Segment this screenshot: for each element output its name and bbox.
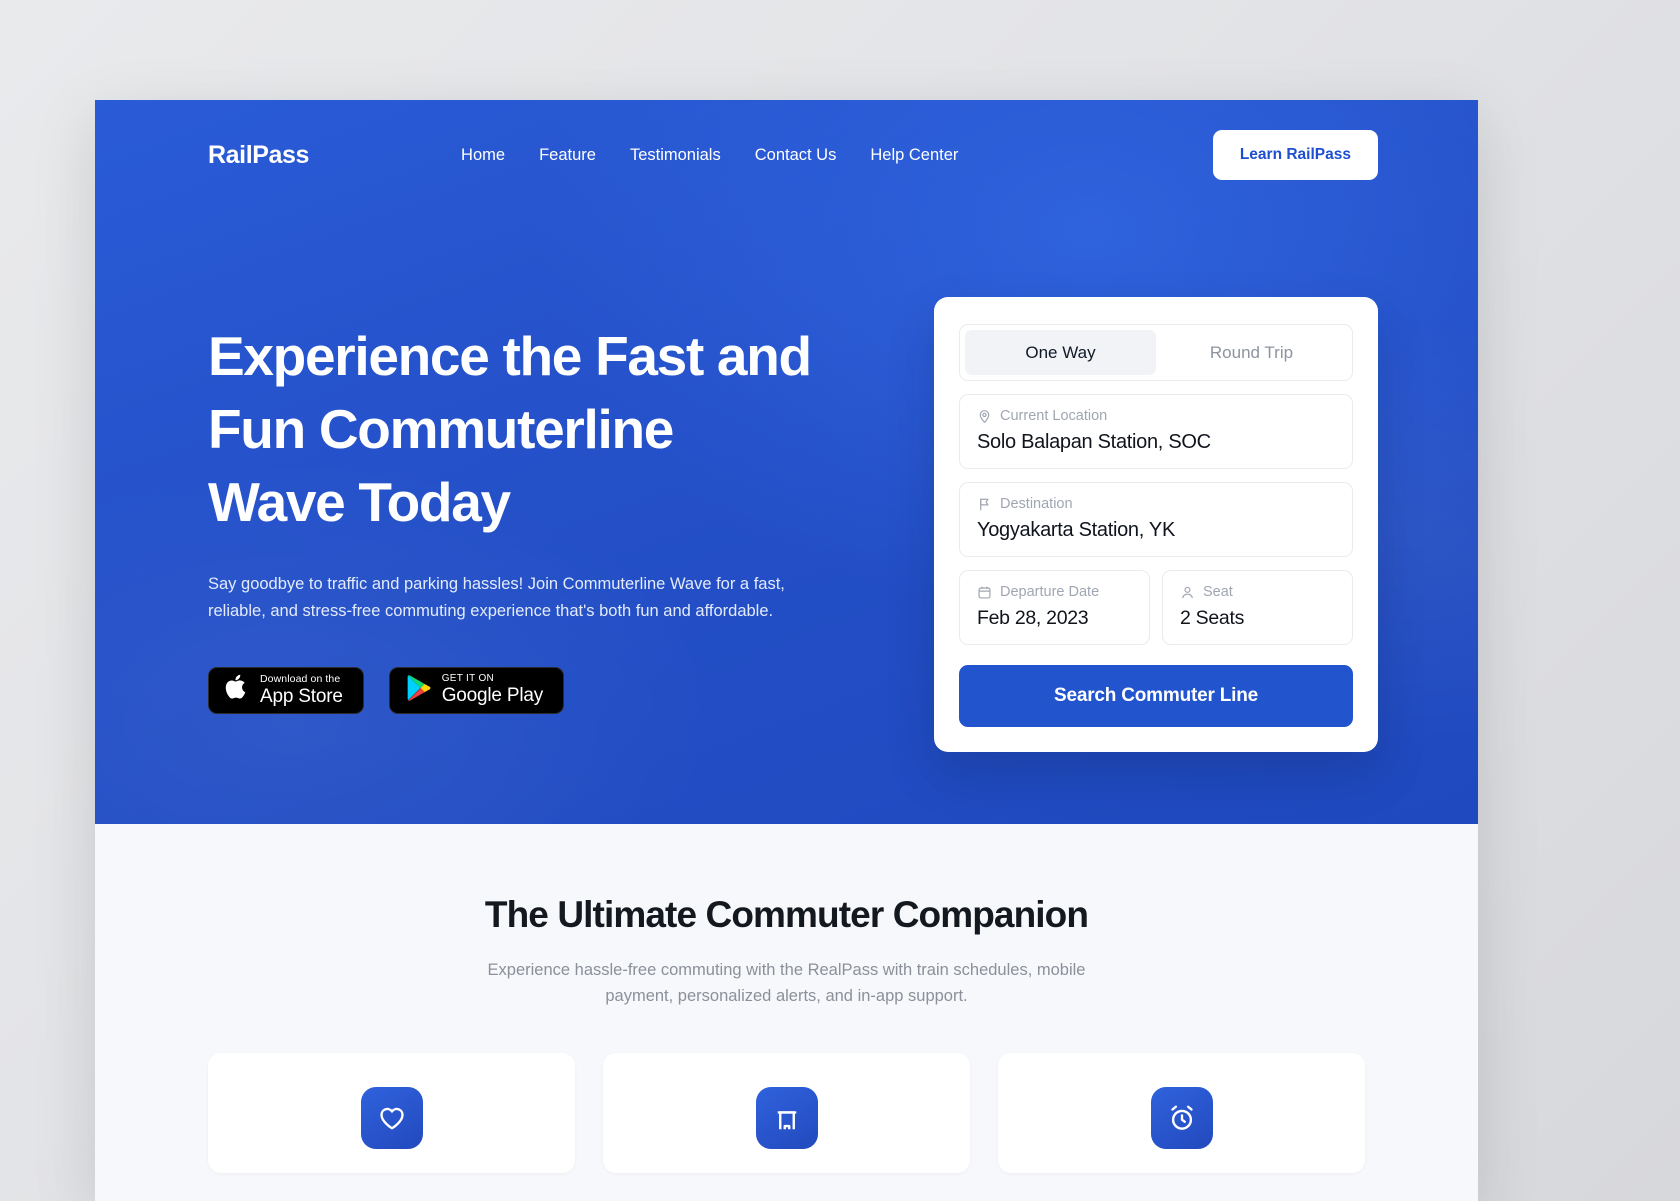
app-store-badge-top: Download on the xyxy=(260,673,341,686)
origin-field[interactable]: Current Location Solo Balapan Station, S… xyxy=(959,394,1353,469)
learn-railpass-button[interactable]: Learn RailPass xyxy=(1212,130,1378,180)
destination-field-label-row: Destination xyxy=(977,496,1335,512)
app-store-badge-text: Download on the App Store xyxy=(260,674,343,706)
map-pin-icon xyxy=(977,409,992,424)
page-frame: RailPass Home Feature Testimonials Conta… xyxy=(95,100,1478,1201)
feature-card-3[interactable] xyxy=(998,1053,1365,1174)
hero-title-line-2: Fun Commuterline xyxy=(208,398,674,461)
destination-field-value: Yogyakarta Station, YK xyxy=(977,519,1175,541)
person-icon xyxy=(1180,585,1195,600)
hero-body: Experience the Fast and Fun Commuterline… xyxy=(95,210,1478,752)
nav-link-home[interactable]: Home xyxy=(461,146,505,165)
nav-link-contact-us[interactable]: Contact Us xyxy=(755,146,837,165)
seat-field[interactable]: Seat 2 Seats xyxy=(1162,570,1353,645)
nav-link-help-center[interactable]: Help Center xyxy=(870,146,958,165)
heart-icon xyxy=(360,1087,423,1150)
date-seat-row: Departure Date Feb 28, 2023 Seat 2 Seats xyxy=(959,557,1353,645)
hero-copy: Experience the Fast and Fun Commuterline… xyxy=(208,302,828,752)
google-play-badge-bottom: Google Play xyxy=(441,685,544,707)
apple-icon xyxy=(225,673,249,706)
search-commuter-line-button[interactable]: Search Commuter Line xyxy=(959,665,1353,727)
features-title: The Ultimate Commuter Companion xyxy=(484,894,1089,935)
seat-value: 2 Seats xyxy=(1180,607,1245,629)
google-play-icon xyxy=(406,674,431,706)
app-store-badge-bottom: App Store xyxy=(260,685,343,707)
destination-field-label: Destination xyxy=(1000,496,1073,512)
trip-type-tabs: One Way Round Trip xyxy=(959,324,1353,381)
alarm-clock-icon xyxy=(1150,1087,1213,1150)
features-section: The Ultimate Commuter Companion Experien… xyxy=(95,824,1478,1201)
origin-field-value: Solo Balapan Station, SOC xyxy=(977,431,1211,453)
calendar-icon xyxy=(977,585,992,600)
google-play-badge[interactable]: GET IT ON Google Play xyxy=(388,666,565,714)
feature-card-2[interactable] xyxy=(603,1053,970,1174)
feature-cards xyxy=(95,1053,1478,1174)
hero-title-line-3: Wave Today xyxy=(208,471,511,534)
booking-card: One Way Round Trip Current Location Solo… xyxy=(934,297,1378,752)
store-badges: Download on the App Store GET IT ON Goog… xyxy=(208,666,828,714)
hero-title: Experience the Fast and Fun Commuterline… xyxy=(208,320,828,539)
app-store-badge[interactable]: Download on the App Store xyxy=(208,666,364,714)
departure-date-value: Feb 28, 2023 xyxy=(977,607,1089,629)
departure-date-label: Departure Date xyxy=(1000,584,1100,600)
feature-card-1[interactable] xyxy=(208,1053,575,1174)
tab-round-trip[interactable]: Round Trip xyxy=(1156,330,1347,375)
nav-links: Home Feature Testimonials Contact Us Hel… xyxy=(461,146,958,165)
flag-icon xyxy=(977,497,992,512)
hero-section: RailPass Home Feature Testimonials Conta… xyxy=(95,100,1478,824)
nav-link-testimonials[interactable]: Testimonials xyxy=(630,146,721,165)
google-play-badge-top: GET IT ON xyxy=(441,673,495,685)
seat-label: Seat xyxy=(1203,584,1233,600)
destination-field[interactable]: Destination Yogyakarta Station, YK xyxy=(959,482,1353,557)
departure-date-label-row: Departure Date xyxy=(977,584,1132,600)
nav-link-feature[interactable]: Feature xyxy=(539,146,596,165)
seat-label-row: Seat xyxy=(1180,584,1335,600)
departure-date-field[interactable]: Departure Date Feb 28, 2023 xyxy=(959,570,1150,645)
google-play-badge-text: GET IT ON Google Play xyxy=(441,673,544,707)
features-subtitle: Experience hassle-free commuting with th… xyxy=(487,961,1086,1005)
hero-title-line-1: Experience the Fast and xyxy=(208,325,812,387)
navbar: RailPass Home Feature Testimonials Conta… xyxy=(95,100,1478,210)
hero-subtitle: Say goodbye to traffic and parking hassl… xyxy=(208,575,785,621)
brand-logo[interactable]: RailPass xyxy=(208,141,309,170)
origin-field-label: Current Location xyxy=(1000,408,1108,424)
tab-one-way[interactable]: One Way xyxy=(965,330,1156,375)
origin-field-label-row: Current Location xyxy=(977,408,1335,424)
building-icon xyxy=(755,1087,818,1150)
